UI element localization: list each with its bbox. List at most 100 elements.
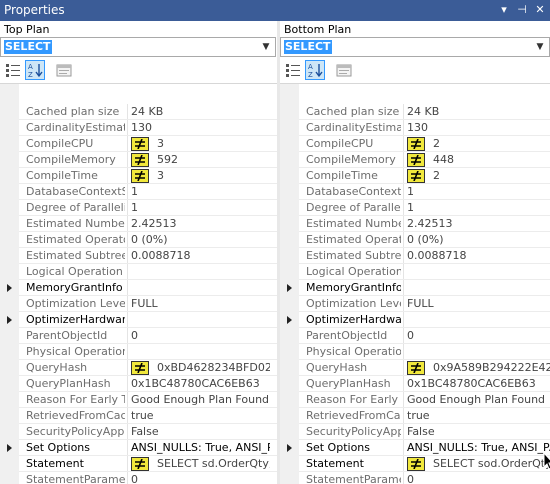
- column-divider[interactable]: [403, 296, 404, 312]
- column-divider[interactable]: [127, 120, 128, 136]
- property-row[interactable]: Cached plan size 24 KB: [280, 104, 550, 120]
- chevron-down-icon[interactable]: ▼: [533, 40, 547, 54]
- column-divider[interactable]: [403, 328, 404, 344]
- property-row[interactable]: Degree of Parallelism 1: [0, 200, 277, 216]
- column-divider[interactable]: [403, 360, 404, 376]
- property-row[interactable]: QueryHash 0x9A589B294222E420: [280, 360, 550, 376]
- column-divider[interactable]: [403, 280, 404, 296]
- column-divider[interactable]: [403, 264, 404, 280]
- top-plan-selector[interactable]: SELECT ▼: [0, 37, 276, 57]
- property-row[interactable]: DatabaseContextSettingsId 1: [0, 184, 277, 200]
- column-divider[interactable]: [403, 248, 404, 264]
- property-row[interactable]: Estimated Subtree Cost 0.0088718: [280, 248, 550, 264]
- triangle-right-icon[interactable]: [7, 316, 12, 324]
- column-divider[interactable]: [403, 184, 404, 200]
- property-row[interactable]: Statement SELECT sd.OrderQty, p.Name: [0, 456, 277, 472]
- property-row[interactable]: Cached plan size 24 KB: [0, 104, 277, 120]
- column-divider[interactable]: [127, 184, 128, 200]
- column-divider[interactable]: [403, 424, 404, 440]
- property-row[interactable]: SecurityPolicyApplied False: [0, 424, 277, 440]
- chevron-down-icon[interactable]: ▼: [259, 40, 273, 54]
- property-row[interactable]: QueryPlanHash 0x1BC48780CAC6EB63: [280, 376, 550, 392]
- column-divider[interactable]: [127, 152, 128, 168]
- column-divider[interactable]: [127, 376, 128, 392]
- column-divider[interactable]: [403, 232, 404, 248]
- alphabetical-button[interactable]: A Z: [25, 60, 45, 80]
- property-row[interactable]: Set Options ANSI_NULLS: True, ANSI_PADDIN…: [280, 440, 550, 456]
- property-row[interactable]: Estimated Number of Rows 2.42513: [280, 216, 550, 232]
- triangle-right-icon[interactable]: [7, 444, 12, 452]
- property-row[interactable]: ParentObjectId 0: [280, 328, 550, 344]
- auto-hide-pin-icon[interactable]: ⊣: [514, 2, 530, 18]
- column-divider[interactable]: [403, 120, 404, 136]
- property-row[interactable]: QueryHash 0xBD4628234BFD0231: [0, 360, 277, 376]
- property-row[interactable]: Logical Operation: [280, 264, 550, 280]
- property-row[interactable]: Estimated Operator Cost 0 (0%): [280, 232, 550, 248]
- property-row[interactable]: OptimizerHardwareDependentProperties: [0, 312, 277, 328]
- property-row[interactable]: StatementParameterizationType 0: [0, 472, 277, 484]
- column-divider[interactable]: [127, 264, 128, 280]
- column-divider[interactable]: [403, 136, 404, 152]
- column-divider[interactable]: [403, 392, 404, 408]
- triangle-right-icon[interactable]: [287, 284, 292, 292]
- property-row[interactable]: Statement SELECT sod.OrderQty, p.Name: [280, 456, 550, 472]
- column-divider[interactable]: [127, 280, 128, 296]
- column-divider[interactable]: [127, 392, 128, 408]
- property-row[interactable]: CardinalityEstimationModelVersion 130: [280, 120, 550, 136]
- property-row[interactable]: CompileCPU 3: [0, 136, 277, 152]
- column-divider[interactable]: [127, 136, 128, 152]
- column-divider[interactable]: [127, 200, 128, 216]
- triangle-right-icon[interactable]: [287, 444, 292, 452]
- column-divider[interactable]: [403, 472, 404, 484]
- column-divider[interactable]: [127, 456, 128, 472]
- close-icon[interactable]: ✕: [532, 2, 548, 18]
- column-divider[interactable]: [403, 408, 404, 424]
- column-divider[interactable]: [127, 472, 128, 484]
- property-row[interactable]: RetrievedFromCache true: [280, 408, 550, 424]
- property-row[interactable]: CompileCPU 2: [280, 136, 550, 152]
- column-divider[interactable]: [403, 456, 404, 472]
- categorized-button[interactable]: [283, 60, 303, 80]
- property-row[interactable]: StatementParameterizationType 0: [280, 472, 550, 484]
- column-divider[interactable]: [403, 216, 404, 232]
- property-row[interactable]: Physical Operation: [280, 344, 550, 360]
- property-row[interactable]: Reason For Early Termination Good Enough …: [280, 392, 550, 408]
- column-divider[interactable]: [127, 312, 128, 328]
- column-divider[interactable]: [403, 104, 404, 120]
- column-divider[interactable]: [403, 152, 404, 168]
- property-row[interactable]: Optimization Level FULL: [280, 296, 550, 312]
- property-row[interactable]: DatabaseContextSettingsId 1: [280, 184, 550, 200]
- column-divider[interactable]: [127, 232, 128, 248]
- column-divider[interactable]: [127, 344, 128, 360]
- property-row[interactable]: ParentObjectId 0: [0, 328, 277, 344]
- property-row[interactable]: MemoryGrantInfo: [280, 280, 550, 296]
- window-position-dropdown-icon[interactable]: ▾: [496, 2, 512, 18]
- alphabetical-button[interactable]: A Z: [305, 60, 325, 80]
- triangle-right-icon[interactable]: [287, 316, 292, 324]
- property-row[interactable]: QueryPlanHash 0x1BC48780CAC6EB63: [0, 376, 277, 392]
- property-pages-button[interactable]: [54, 60, 74, 80]
- property-row[interactable]: Logical Operation: [0, 264, 277, 280]
- property-row[interactable]: CardinalityEstimationModelVersion 130: [0, 120, 277, 136]
- categorized-button[interactable]: [3, 60, 23, 80]
- column-divider[interactable]: [403, 376, 404, 392]
- column-divider[interactable]: [127, 168, 128, 184]
- property-row[interactable]: Estimated Subtree Cost 0.0088718: [0, 248, 277, 264]
- property-row[interactable]: Set Options ANSI_NULLS: True, ANSI_PADDIN…: [0, 440, 277, 456]
- property-row[interactable]: Optimization Level FULL: [0, 296, 277, 312]
- property-row[interactable]: CompileTime 2: [280, 168, 550, 184]
- column-divider[interactable]: [403, 200, 404, 216]
- column-divider[interactable]: [127, 216, 128, 232]
- bottom-plan-selector[interactable]: SELECT ▼: [280, 37, 550, 57]
- column-divider[interactable]: [403, 168, 404, 184]
- property-row[interactable]: RetrievedFromCache true: [0, 408, 277, 424]
- column-divider[interactable]: [127, 328, 128, 344]
- property-pages-button[interactable]: [334, 60, 354, 80]
- property-row[interactable]: Estimated Operator Cost 0 (0%): [0, 232, 277, 248]
- column-divider[interactable]: [403, 440, 404, 456]
- column-divider[interactable]: [127, 248, 128, 264]
- property-row[interactable]: CompileMemory 592: [0, 152, 277, 168]
- property-row[interactable]: MemoryGrantInfo: [0, 280, 277, 296]
- column-divider[interactable]: [127, 104, 128, 120]
- column-divider[interactable]: [127, 408, 128, 424]
